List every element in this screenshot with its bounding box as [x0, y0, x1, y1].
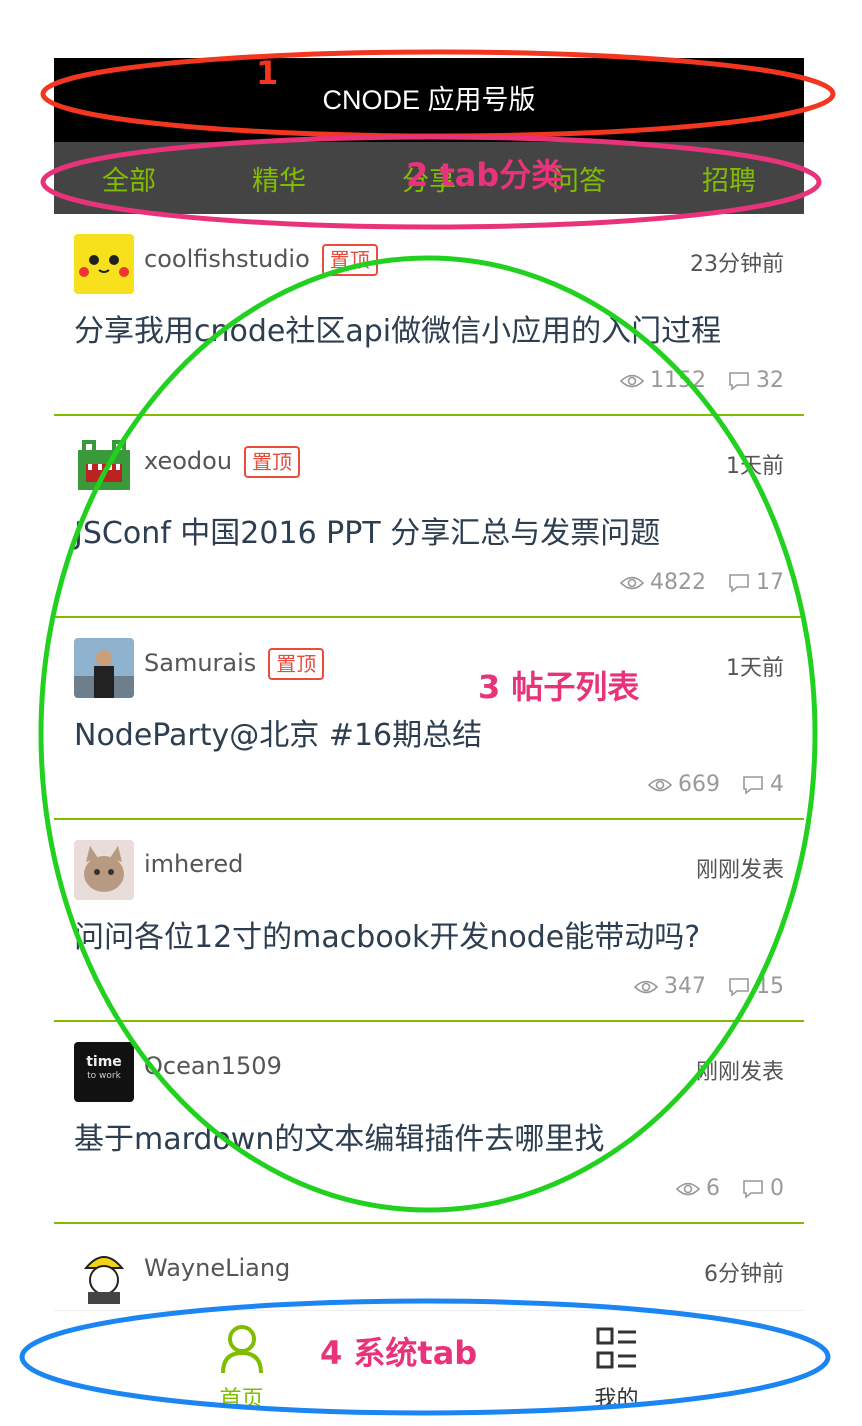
topic-list: coolfishstudio 置顶 23分钟前 分享我用cnode社区api做微信…: [54, 214, 804, 1426]
pinned-badge: 置顶: [244, 446, 301, 478]
view-count: 669: [678, 772, 720, 797]
user-icon: [220, 1325, 263, 1374]
avatar[interactable]: time to work: [74, 1042, 134, 1102]
topic-title[interactable]: 分享我用cnode社区api做微信小应用的入门过程: [74, 306, 784, 350]
topic-title[interactable]: NodeParty@北京 #16期总结: [74, 710, 784, 754]
app-title: CNODE 应用号版: [322, 85, 536, 115]
topic-author[interactable]: Samurais 置顶: [144, 648, 325, 680]
reply-count: 32: [756, 368, 784, 393]
eye-icon: [648, 778, 672, 791]
topic-time: 1天前: [726, 454, 784, 479]
nav-home-label: 首页: [219, 1387, 264, 1412]
topic-author[interactable]: WayneLiang: [144, 1254, 290, 1282]
tab-all[interactable]: 全部: [92, 159, 166, 198]
pinned-badge: 置顶: [268, 648, 325, 680]
list-icon: [596, 1327, 636, 1369]
topic-author[interactable]: imhered: [144, 850, 243, 878]
topic-item[interactable]: imhered 刚刚发表 问问各位12寸的macbook开发node能带动吗? …: [54, 820, 804, 1022]
topic-item[interactable]: xeodou 置顶 1天前 JSConf 中国2016 PPT 分享汇总与发票问题…: [54, 416, 804, 618]
eye-icon: [634, 980, 658, 993]
topic-stats: 4822 17: [620, 570, 784, 595]
topic-author[interactable]: coolfishstudio 置顶: [144, 244, 378, 276]
comment-icon: [729, 573, 749, 593]
topic-title[interactable]: JSConf 中国2016 PPT 分享汇总与发票问题: [74, 508, 784, 552]
view-count: 1152: [650, 368, 706, 393]
avatar[interactable]: [74, 436, 134, 496]
eye-icon: [620, 576, 644, 589]
topic-stats: 6 0: [676, 1176, 784, 1201]
pinned-badge: 置顶: [321, 244, 378, 276]
topic-time: 刚刚发表: [695, 858, 784, 883]
view-count: 6: [706, 1176, 720, 1201]
view-count: 4822: [650, 570, 706, 595]
annotation-label-1: 1: [256, 54, 279, 92]
avatar[interactable]: [74, 840, 134, 900]
annotation-label-3: 3 帖子列表: [478, 668, 640, 706]
tab-job[interactable]: 招聘: [692, 159, 766, 198]
comment-icon: [729, 977, 749, 997]
nav-home[interactable]: 首页: [219, 1311, 265, 1413]
topic-item[interactable]: coolfishstudio 置顶 23分钟前 分享我用cnode社区api做微信…: [54, 214, 804, 416]
reply-count: 17: [756, 570, 784, 595]
comment-icon: [729, 371, 749, 391]
avatar[interactable]: [74, 234, 134, 294]
eye-icon: [676, 1182, 700, 1195]
view-count: 347: [664, 974, 706, 999]
tab-good[interactable]: 精华: [242, 159, 316, 198]
topic-item[interactable]: time to work Ocean1509 刚刚发表 基于mardown的文本编…: [54, 1022, 804, 1224]
topic-author[interactable]: xeodou 置顶: [144, 446, 301, 478]
svg-text:time: time: [86, 1054, 122, 1070]
annotation-label-2: 2 tab分类: [406, 156, 564, 194]
nav-mine-label: 我的: [594, 1387, 639, 1412]
comment-icon: [743, 775, 763, 795]
avatar[interactable]: [74, 638, 134, 698]
reply-count: 0: [770, 1176, 784, 1201]
topic-author[interactable]: Ocean1509: [144, 1052, 282, 1080]
avatar[interactable]: [74, 1244, 134, 1304]
topic-item[interactable]: Samurais 置顶 1天前 NodeParty@北京 #16期总结 669 4: [54, 618, 804, 820]
eye-icon: [620, 374, 644, 387]
comment-icon: [743, 1179, 763, 1199]
reply-count: 4: [770, 772, 784, 797]
nav-mine[interactable]: 我的: [594, 1311, 640, 1413]
app-container: CNODE 应用号版 全部 精华 分享 问答 招聘 coolfishstudio…: [54, 58, 804, 1426]
topic-title[interactable]: 问问各位12寸的macbook开发node能带动吗?: [74, 912, 784, 956]
topic-time: 6分钟前: [704, 1262, 784, 1287]
topic-stats: 669 4: [648, 772, 784, 797]
topic-title[interactable]: 基于mardown的文本编辑插件去哪里找: [74, 1114, 784, 1158]
svg-text:to work: to work: [87, 1071, 121, 1081]
annotation-label-4: 4 系统tab: [320, 1334, 478, 1372]
app-header: CNODE 应用号版: [54, 58, 804, 142]
topic-time: 23分钟前: [690, 252, 784, 277]
topic-stats: 347 15: [634, 974, 784, 999]
topic-time: 刚刚发表: [695, 1060, 784, 1085]
topic-time: 1天前: [726, 656, 784, 681]
reply-count: 15: [756, 974, 784, 999]
topic-stats: 1152 32: [620, 368, 784, 393]
